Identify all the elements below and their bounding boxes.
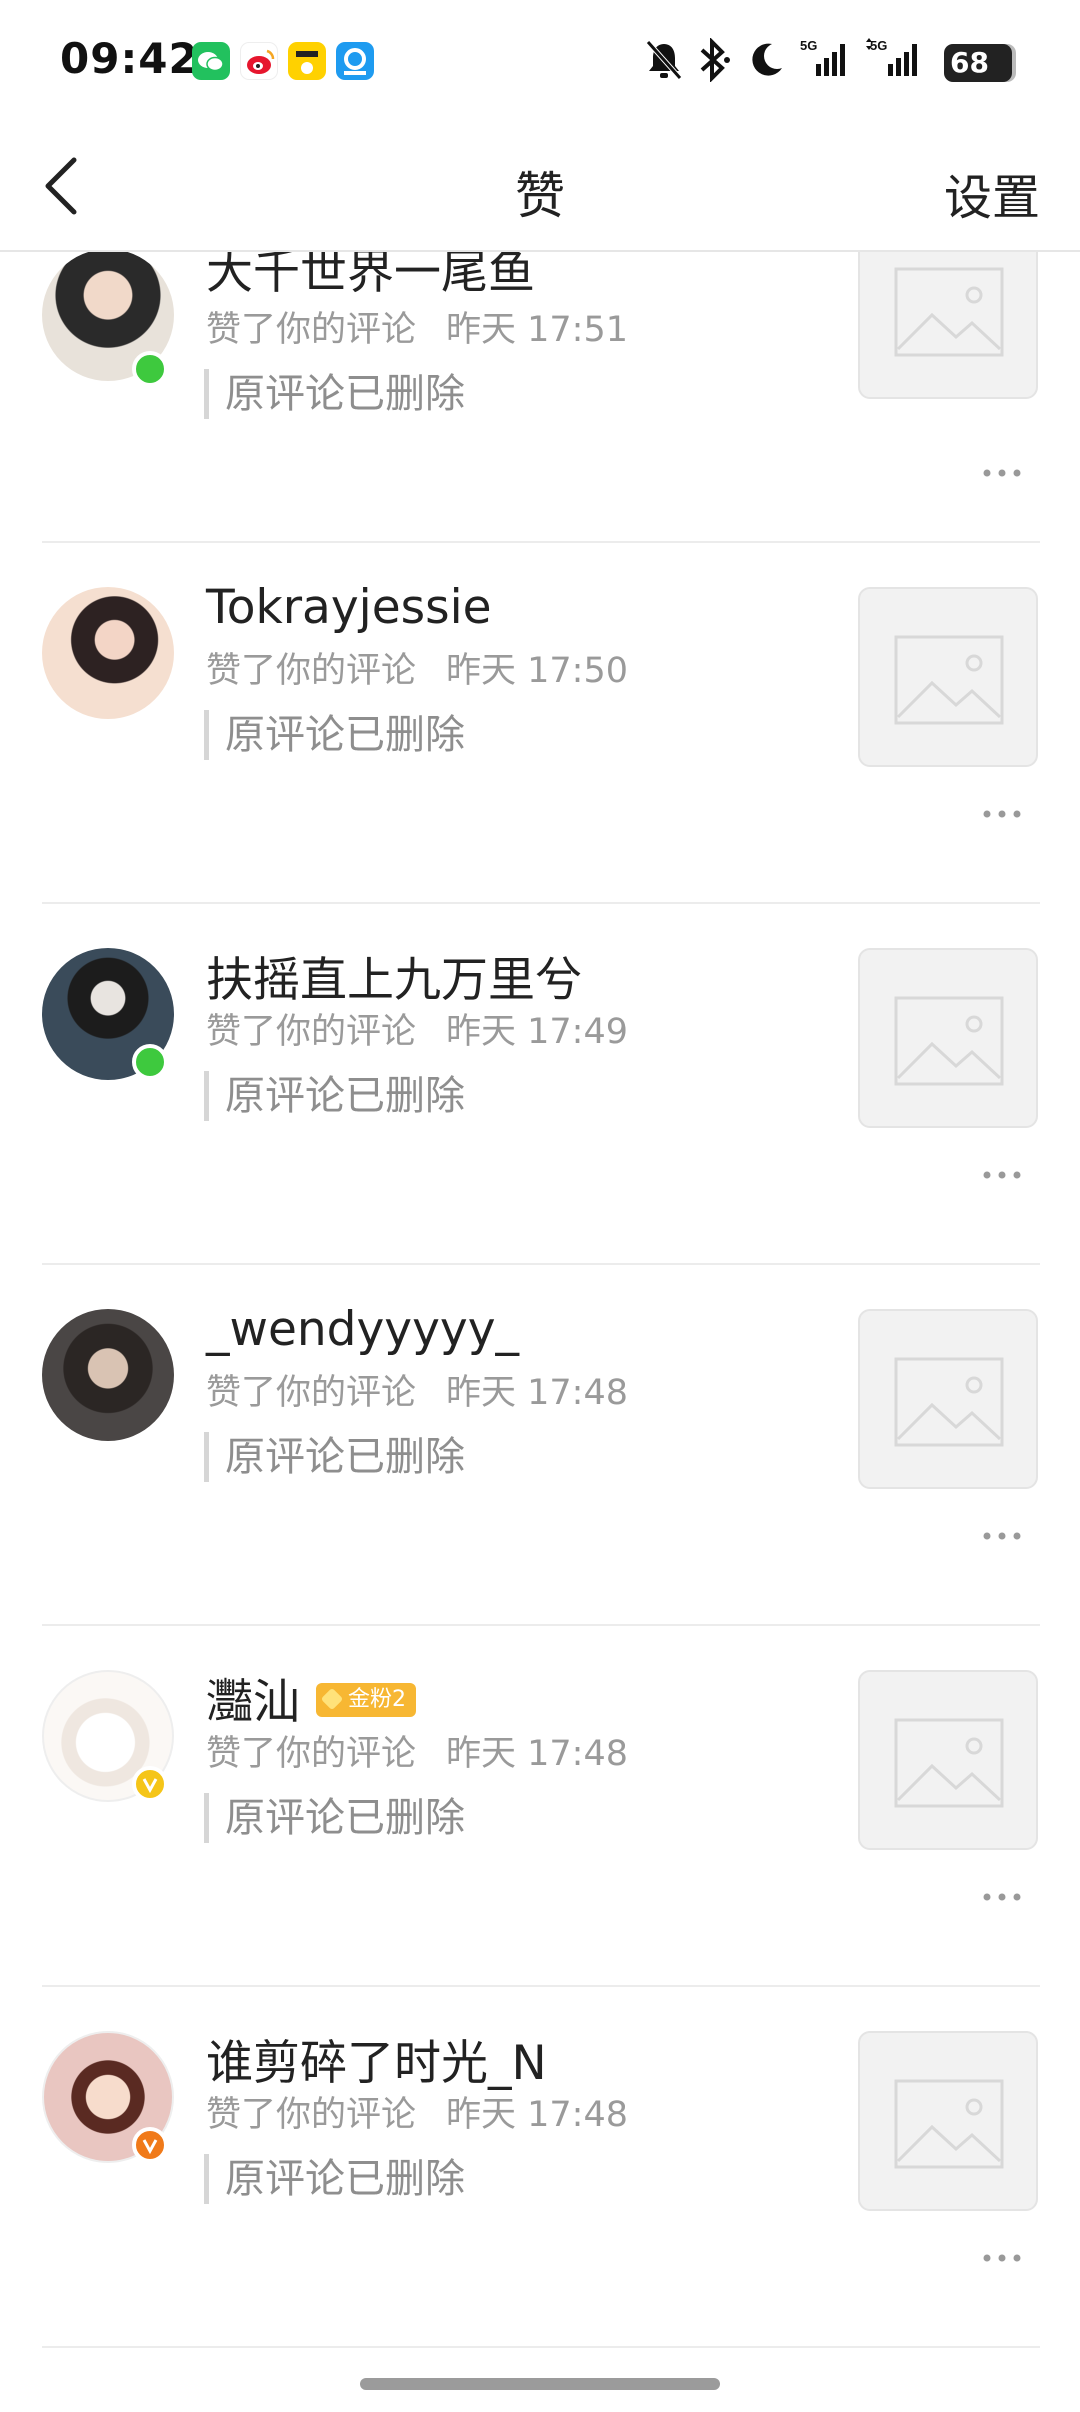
timestamp: 昨天 17:51: [446, 310, 629, 350]
status-bar: 09:42 5G 5G 68: [0, 0, 1080, 120]
image-placeholder-icon: [894, 1357, 1004, 1447]
username[interactable]: 扶摇直上九万里兮: [206, 941, 582, 1010]
image-placeholder-icon: [894, 996, 1004, 1086]
username[interactable]: _wendyyyyy_: [206, 1302, 519, 1357]
quoted-comment: 原评论已删除: [204, 369, 465, 419]
bluetooth-icon: [694, 37, 732, 86]
like-action: 赞了你的评论 昨天 17:50: [206, 642, 628, 693]
post-thumbnail[interactable]: [858, 587, 1038, 767]
settings-button[interactable]: 设置: [944, 158, 1040, 228]
like-action: 赞了你的评论 昨天 17:48: [206, 1364, 628, 1415]
post-thumbnail[interactable]: [858, 1309, 1038, 1489]
more-options-icon[interactable]: [982, 1526, 1022, 1540]
eleme-icon: [336, 42, 374, 80]
action-text: 赞了你的评论: [206, 310, 417, 350]
quoted-comment: 原评论已删除: [204, 710, 465, 760]
post-thumbnail[interactable]: [858, 252, 1038, 399]
like-action: 赞了你的评论 昨天 17:48: [206, 2086, 628, 2137]
diamond-icon: [320, 1687, 344, 1710]
username-row: 灩汕 金粉2: [206, 1663, 416, 1732]
more-options-icon[interactable]: [982, 463, 1022, 477]
post-thumbnail[interactable]: [858, 1670, 1038, 1850]
timestamp: 昨天 17:50: [446, 651, 629, 691]
signal-5g-icon-2: 5G: [866, 38, 926, 86]
avatar[interactable]: [42, 587, 174, 719]
action-text: 赞了你的评论: [206, 1734, 417, 1774]
username[interactable]: 大千世界一尾鱼: [206, 252, 535, 302]
verified-v-icon: [142, 1778, 158, 1794]
more-options-icon[interactable]: [982, 1887, 1022, 1901]
battery-icon: 68: [944, 44, 1012, 82]
timestamp: 昨天 17:48: [446, 1734, 629, 1774]
mute-icon: [644, 38, 684, 86]
network-label-1: 5G: [800, 38, 817, 53]
action-text: 赞了你的评论: [206, 2095, 417, 2135]
timestamp: 昨天 17:49: [446, 1012, 629, 1052]
moon-icon: [746, 38, 786, 86]
post-thumbnail[interactable]: [858, 948, 1038, 1128]
more-options-icon[interactable]: [982, 1165, 1022, 1179]
online-badge: [132, 1044, 168, 1080]
verified-badge: [132, 1766, 168, 1802]
quoted-comment: 原评论已删除: [204, 2154, 465, 2204]
quoted-comment: 原评论已删除: [204, 1793, 465, 1843]
home-indicator[interactable]: [360, 2378, 720, 2390]
more-options-icon[interactable]: [982, 804, 1022, 818]
username[interactable]: Tokrayjessie: [206, 580, 492, 635]
list-item[interactable]: _wendyyyyy_ 赞了你的评论 昨天 17:48 原评论已删除: [0, 1264, 1080, 1626]
list-item[interactable]: Tokrayjessie 赞了你的评论 昨天 17:50 原评论已删除: [0, 542, 1080, 904]
timestamp: 昨天 17:48: [446, 1373, 629, 1413]
nav-bar: 赞 设置: [0, 120, 1080, 252]
list-item[interactable]: 灩汕 金粉2 赞了你的评论 昨天 17:48 原评论已删除: [0, 1625, 1080, 1987]
divider: [42, 2346, 1040, 2348]
action-text: 赞了你的评论: [206, 651, 417, 691]
verified-badge: [132, 2127, 168, 2163]
status-time: 09:42: [60, 34, 199, 83]
image-placeholder-icon: [894, 267, 1004, 357]
image-placeholder-icon: [894, 1718, 1004, 1808]
wechat-icon: [192, 42, 230, 80]
page-title: 赞: [515, 167, 565, 225]
quoted-comment: 原评论已删除: [204, 1432, 465, 1482]
like-action: 赞了你的评论 昨天 17:48: [206, 1725, 628, 1776]
weibo-icon: [240, 42, 278, 80]
like-action: 赞了你的评论 昨天 17:51: [206, 301, 628, 352]
action-text: 赞了你的评论: [206, 1012, 417, 1052]
quoted-comment: 原评论已删除: [204, 1071, 465, 1121]
online-badge: [132, 351, 168, 387]
fan-level-badge: 金粉2: [316, 1682, 416, 1717]
post-thumbnail[interactable]: [858, 2031, 1038, 2211]
like-action: 赞了你的评论 昨天 17:49: [206, 1003, 628, 1054]
verified-v-icon: [142, 2139, 158, 2155]
image-placeholder-icon: [894, 635, 1004, 725]
action-text: 赞了你的评论: [206, 1373, 417, 1413]
username[interactable]: 灩汕: [206, 1675, 300, 1730]
meituan-icon: [288, 42, 326, 80]
list-item[interactable]: 扶摇直上九万里兮 赞了你的评论 昨天 17:49 原评论已删除: [0, 903, 1080, 1265]
likes-list: 大千世界一尾鱼 赞了你的评论 昨天 17:51 原评论已删除 Tokrayjess…: [0, 252, 1080, 2360]
avatar[interactable]: [42, 1309, 174, 1441]
network-label-2: 5G: [870, 38, 887, 53]
list-item[interactable]: 大千世界一尾鱼 赞了你的评论 昨天 17:51 原评论已删除: [0, 252, 1080, 543]
signal-5g-icon: 5G: [800, 38, 852, 86]
more-options-icon[interactable]: [982, 2248, 1022, 2262]
image-placeholder-icon: [894, 2079, 1004, 2169]
list-item[interactable]: 谁剪碎了时光_N 赞了你的评论 昨天 17:48 原评论已删除: [0, 1986, 1080, 2348]
timestamp: 昨天 17:48: [446, 2095, 629, 2135]
username[interactable]: 谁剪碎了时光_N: [206, 2024, 547, 2093]
